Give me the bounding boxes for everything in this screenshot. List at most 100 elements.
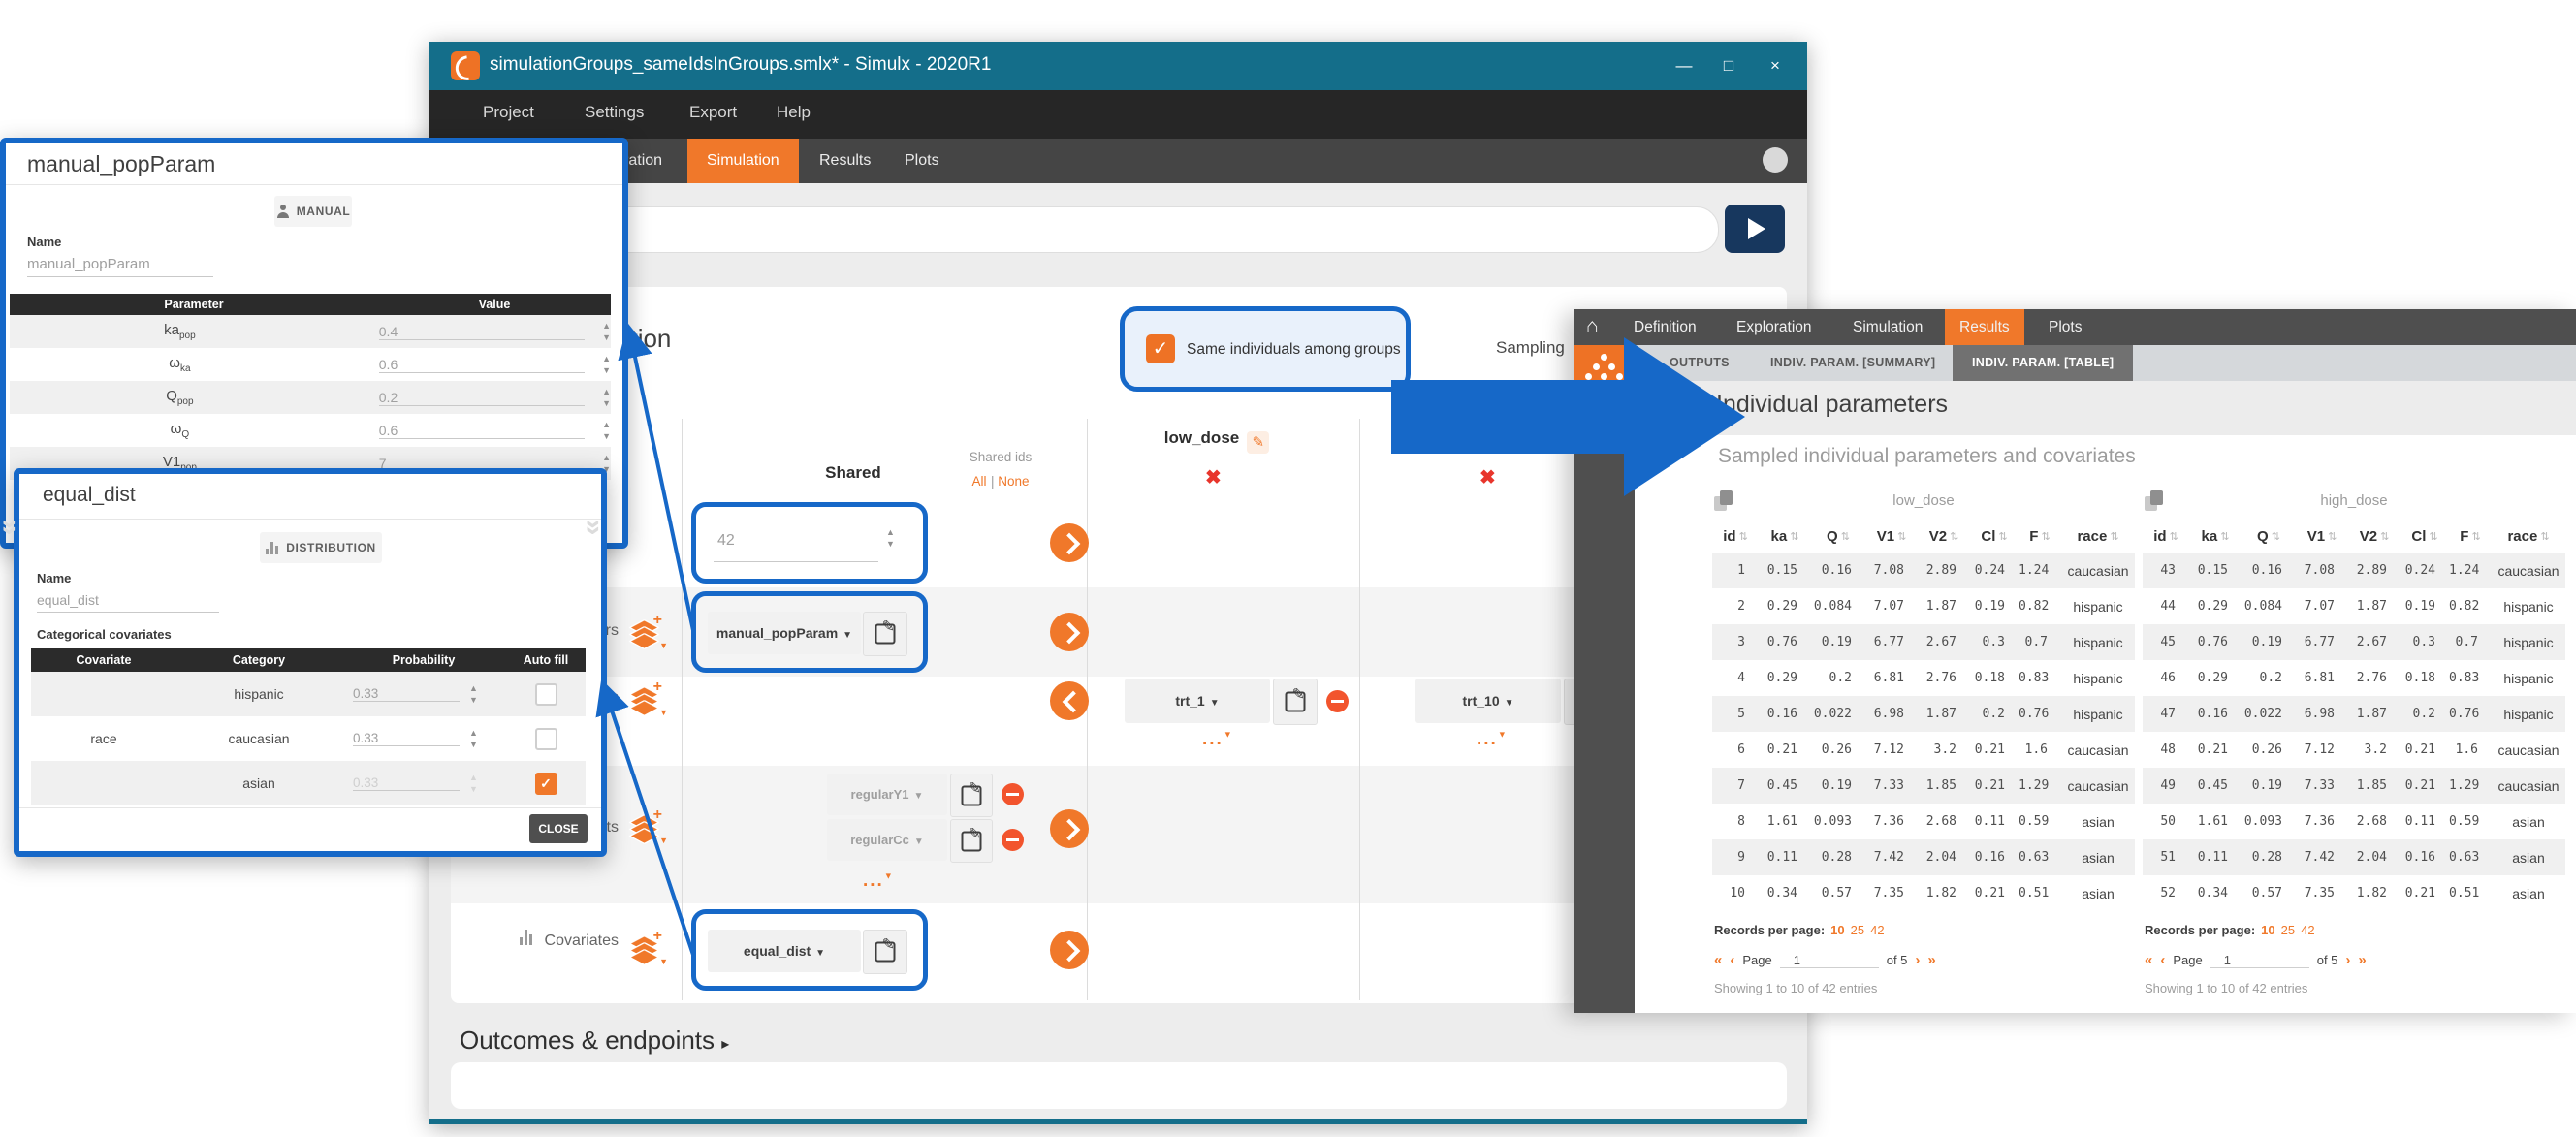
add-parameters-icon[interactable]: +▼ xyxy=(628,616,665,653)
tab-results[interactable]: Results xyxy=(800,139,890,183)
column-header-id[interactable]: id⇅ xyxy=(2143,528,2189,545)
edit-parameters-button[interactable] xyxy=(863,612,907,656)
add-output-icon[interactable]: +▼ xyxy=(628,811,665,848)
last-page-icon[interactable]: » xyxy=(1927,952,1935,968)
apply-shared-size-button[interactable] xyxy=(1050,523,1089,562)
edit-group-icon[interactable]: ✎ xyxy=(1247,431,1269,454)
param-value-input[interactable]: 0.6 xyxy=(379,423,585,439)
individual-parameters-sidebar-item[interactable] xyxy=(1574,345,1635,390)
run-simulation-button[interactable] xyxy=(1725,205,1785,253)
column-header-V1[interactable]: V1⇅ xyxy=(1865,528,1918,545)
last-page-icon[interactable]: » xyxy=(2358,952,2366,968)
column-header-V1[interactable]: V1⇅ xyxy=(2296,528,2348,545)
menu-settings[interactable]: Settings xyxy=(585,103,644,122)
column-header-V2[interactable]: V2⇅ xyxy=(1918,528,1970,545)
records-option-25[interactable]: 25 xyxy=(2281,923,2295,937)
more-treatments-high[interactable]: ...▼ xyxy=(1477,729,1509,750)
output-1-dropdown[interactable]: regularY1▼ xyxy=(827,774,947,815)
size-stepper[interactable]: ▲▼ xyxy=(886,528,895,548)
maximize-button[interactable]: □ xyxy=(1706,53,1751,79)
same-individuals-checkbox[interactable]: ✓ xyxy=(1146,334,1175,363)
more-outputs[interactable]: ...▼ xyxy=(863,870,895,892)
prev-page-icon[interactable]: ‹ xyxy=(2160,952,2165,968)
shared-ids-none-link[interactable]: None xyxy=(998,474,1029,489)
subtab-indiv-param-summary[interactable]: INDIV. PARAM. [SUMMARY] xyxy=(1751,345,1955,381)
remove-output-2-icon[interactable] xyxy=(1002,829,1024,851)
probability-stepper[interactable]: ▲▼ xyxy=(469,729,478,748)
column-header-F[interactable]: F⇅ xyxy=(2449,528,2492,545)
auto-fill-checkbox[interactable] xyxy=(535,728,557,750)
parameters-dropdown[interactable]: manual_popParam▼ xyxy=(708,612,861,654)
outcomes-heading[interactable]: Outcomes & endpoints ▸ xyxy=(460,1026,729,1056)
records-option-10[interactable]: 10 xyxy=(2261,923,2274,937)
records-option-42[interactable]: 42 xyxy=(1870,923,1884,937)
value-stepper[interactable]: ▲▼ xyxy=(602,421,611,440)
remove-group-high-icon[interactable]: ✖ xyxy=(1479,465,1496,490)
group-size-input[interactable]: 42 xyxy=(717,532,735,550)
column-header-ka[interactable]: ka⇅ xyxy=(2189,528,2242,545)
subtab-outputs[interactable]: OUTPUTS xyxy=(1650,345,1749,381)
first-page-icon[interactable]: « xyxy=(2145,952,2152,968)
menu-export[interactable]: Export xyxy=(689,103,737,122)
shared-ids-all-link[interactable]: All xyxy=(971,474,986,489)
add-treatment-icon[interactable]: +▼ xyxy=(628,683,665,720)
records-option-25[interactable]: 25 xyxy=(1851,923,1864,937)
panel-tab-plots[interactable]: Plots xyxy=(2034,309,2096,345)
close-button[interactable]: × xyxy=(1753,53,1797,79)
remove-treatment-low-icon[interactable] xyxy=(1326,690,1349,712)
panel-tab-definition[interactable]: Definition xyxy=(1619,309,1711,345)
page-input[interactable]: 1 xyxy=(1780,953,1879,968)
value-stepper[interactable]: ▲▼ xyxy=(602,322,611,341)
param-value-input[interactable]: 0.4 xyxy=(379,324,585,340)
column-header-ka[interactable]: ka⇅ xyxy=(1759,528,1811,545)
remove-group-low-icon[interactable]: ✖ xyxy=(1205,465,1222,490)
column-header-race[interactable]: race⇅ xyxy=(2492,528,2565,545)
panel-tab-simulation[interactable]: Simulation xyxy=(1838,309,1937,345)
value-stepper[interactable]: ▲▼ xyxy=(602,355,611,374)
tab-simulation[interactable]: Simulation xyxy=(687,139,799,183)
first-page-icon[interactable]: « xyxy=(1714,952,1722,968)
column-header-Cl[interactable]: Cl⇅ xyxy=(2401,528,2449,545)
column-header-F[interactable]: F⇅ xyxy=(2019,528,2061,545)
name-input[interactable]: manual_popParam xyxy=(27,256,213,277)
close-dialog-button[interactable]: CLOSE xyxy=(529,814,588,843)
next-page-icon[interactable]: › xyxy=(1915,952,1920,968)
param-value-input[interactable]: 0.6 xyxy=(379,357,585,373)
menu-help[interactable]: Help xyxy=(777,103,811,122)
column-header-V2[interactable]: V2⇅ xyxy=(2348,528,2401,545)
tab-plots[interactable]: Plots xyxy=(885,139,959,183)
edit-output-1-button[interactable] xyxy=(950,774,993,817)
output-2-dropdown[interactable]: regularCc▼ xyxy=(827,819,947,861)
more-treatments-low[interactable]: ...▼ xyxy=(1202,729,1234,750)
task-input-bar[interactable] xyxy=(471,206,1719,253)
column-header-Q[interactable]: Q⇅ xyxy=(1811,528,1865,545)
add-covariate-icon[interactable]: +▼ xyxy=(628,932,665,969)
column-header-id[interactable]: id⇅ xyxy=(1712,528,1759,545)
column-header-Q[interactable]: Q⇅ xyxy=(2242,528,2296,545)
home-icon[interactable]: ⌂ xyxy=(1586,315,1599,338)
menu-project[interactable]: Project xyxy=(483,103,534,122)
panel-tab-exploration[interactable]: Exploration xyxy=(1722,309,1827,345)
subtab-indiv-param-table[interactable]: INDIV. PARAM. [TABLE] xyxy=(1953,345,2133,381)
column-header-race[interactable]: race⇅ xyxy=(2061,528,2135,545)
probability-input[interactable]: 0.33 xyxy=(353,731,460,746)
treatment-high-dropdown[interactable]: trt_10▼ xyxy=(1415,679,1561,723)
name-input[interactable]: equal_dist xyxy=(37,592,219,613)
next-page-icon[interactable]: › xyxy=(2345,952,2350,968)
records-option-10[interactable]: 10 xyxy=(1830,923,1844,937)
treatment-low-dropdown[interactable]: trt_1▼ xyxy=(1125,679,1270,723)
distribution-mode-button[interactable]: DISTRIBUTION xyxy=(260,532,382,563)
page-input[interactable]: 1 xyxy=(2210,953,2309,968)
remove-output-1-icon[interactable] xyxy=(1002,783,1024,805)
probability-input[interactable]: 0.33 xyxy=(353,686,460,702)
feedback-bubble-icon[interactable] xyxy=(1763,147,1788,173)
edit-group-icon[interactable]: ✎ xyxy=(1522,431,1544,454)
value-stepper[interactable]: ▲▼ xyxy=(602,388,611,407)
prev-page-icon[interactable]: ‹ xyxy=(1730,952,1734,968)
edit-output-2-button[interactable] xyxy=(950,819,993,863)
covariates-dropdown[interactable]: equal_dist▼ xyxy=(708,930,861,972)
apply-shared-parameters-button[interactable] xyxy=(1050,613,1089,651)
probability-stepper[interactable]: ▲▼ xyxy=(469,684,478,704)
param-value-input[interactable]: 0.2 xyxy=(379,390,585,406)
panel-tab-results[interactable]: Results xyxy=(1945,309,2024,345)
